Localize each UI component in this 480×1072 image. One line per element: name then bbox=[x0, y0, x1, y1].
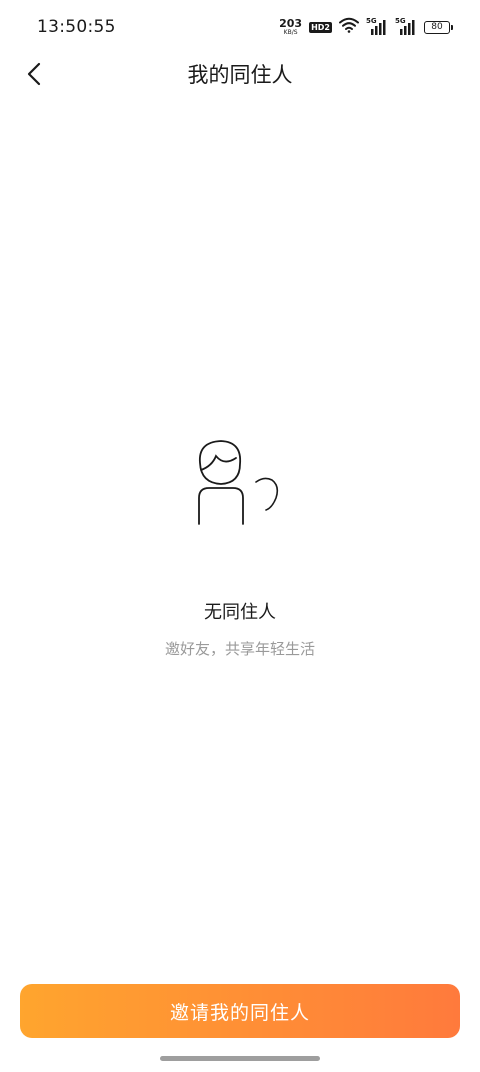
status-icons: 203 KB/S HD2 5G 5G 80 bbox=[279, 16, 453, 38]
hd-icon: HD2 bbox=[309, 21, 332, 33]
network-speed: 203 KB/S bbox=[279, 18, 302, 36]
empty-state-title: 无同住人 bbox=[204, 602, 276, 623]
home-indicator[interactable] bbox=[160, 1056, 320, 1061]
cell-signal-icon: 5G bbox=[395, 17, 417, 36]
page-title: 我的同住人 bbox=[187, 63, 293, 87]
battery-icon: 80 bbox=[424, 20, 453, 34]
screen: 13:50:55 203 KB/S HD2 5G 5G 80 我的同住人 无同住… bbox=[0, 0, 480, 1072]
cell-signal-icon: 5G bbox=[366, 17, 388, 36]
status-time: 13:50:55 bbox=[37, 17, 116, 37]
invite-roommate-button[interactable]: 邀请我的同住人 bbox=[20, 984, 460, 1038]
network-speed-unit: KB/S bbox=[283, 29, 298, 36]
nav-bar: 我的同住人 bbox=[0, 52, 480, 96]
empty-person-illustration-icon bbox=[190, 436, 290, 528]
status-bar: 13:50:55 203 KB/S HD2 5G 5G 80 bbox=[0, 0, 480, 56]
battery-level: 80 bbox=[431, 22, 443, 32]
empty-state-subtitle: 邀好友，共享年轻生活 bbox=[164, 640, 315, 658]
wifi-icon bbox=[339, 17, 359, 37]
network-speed-value: 203 bbox=[279, 17, 303, 30]
